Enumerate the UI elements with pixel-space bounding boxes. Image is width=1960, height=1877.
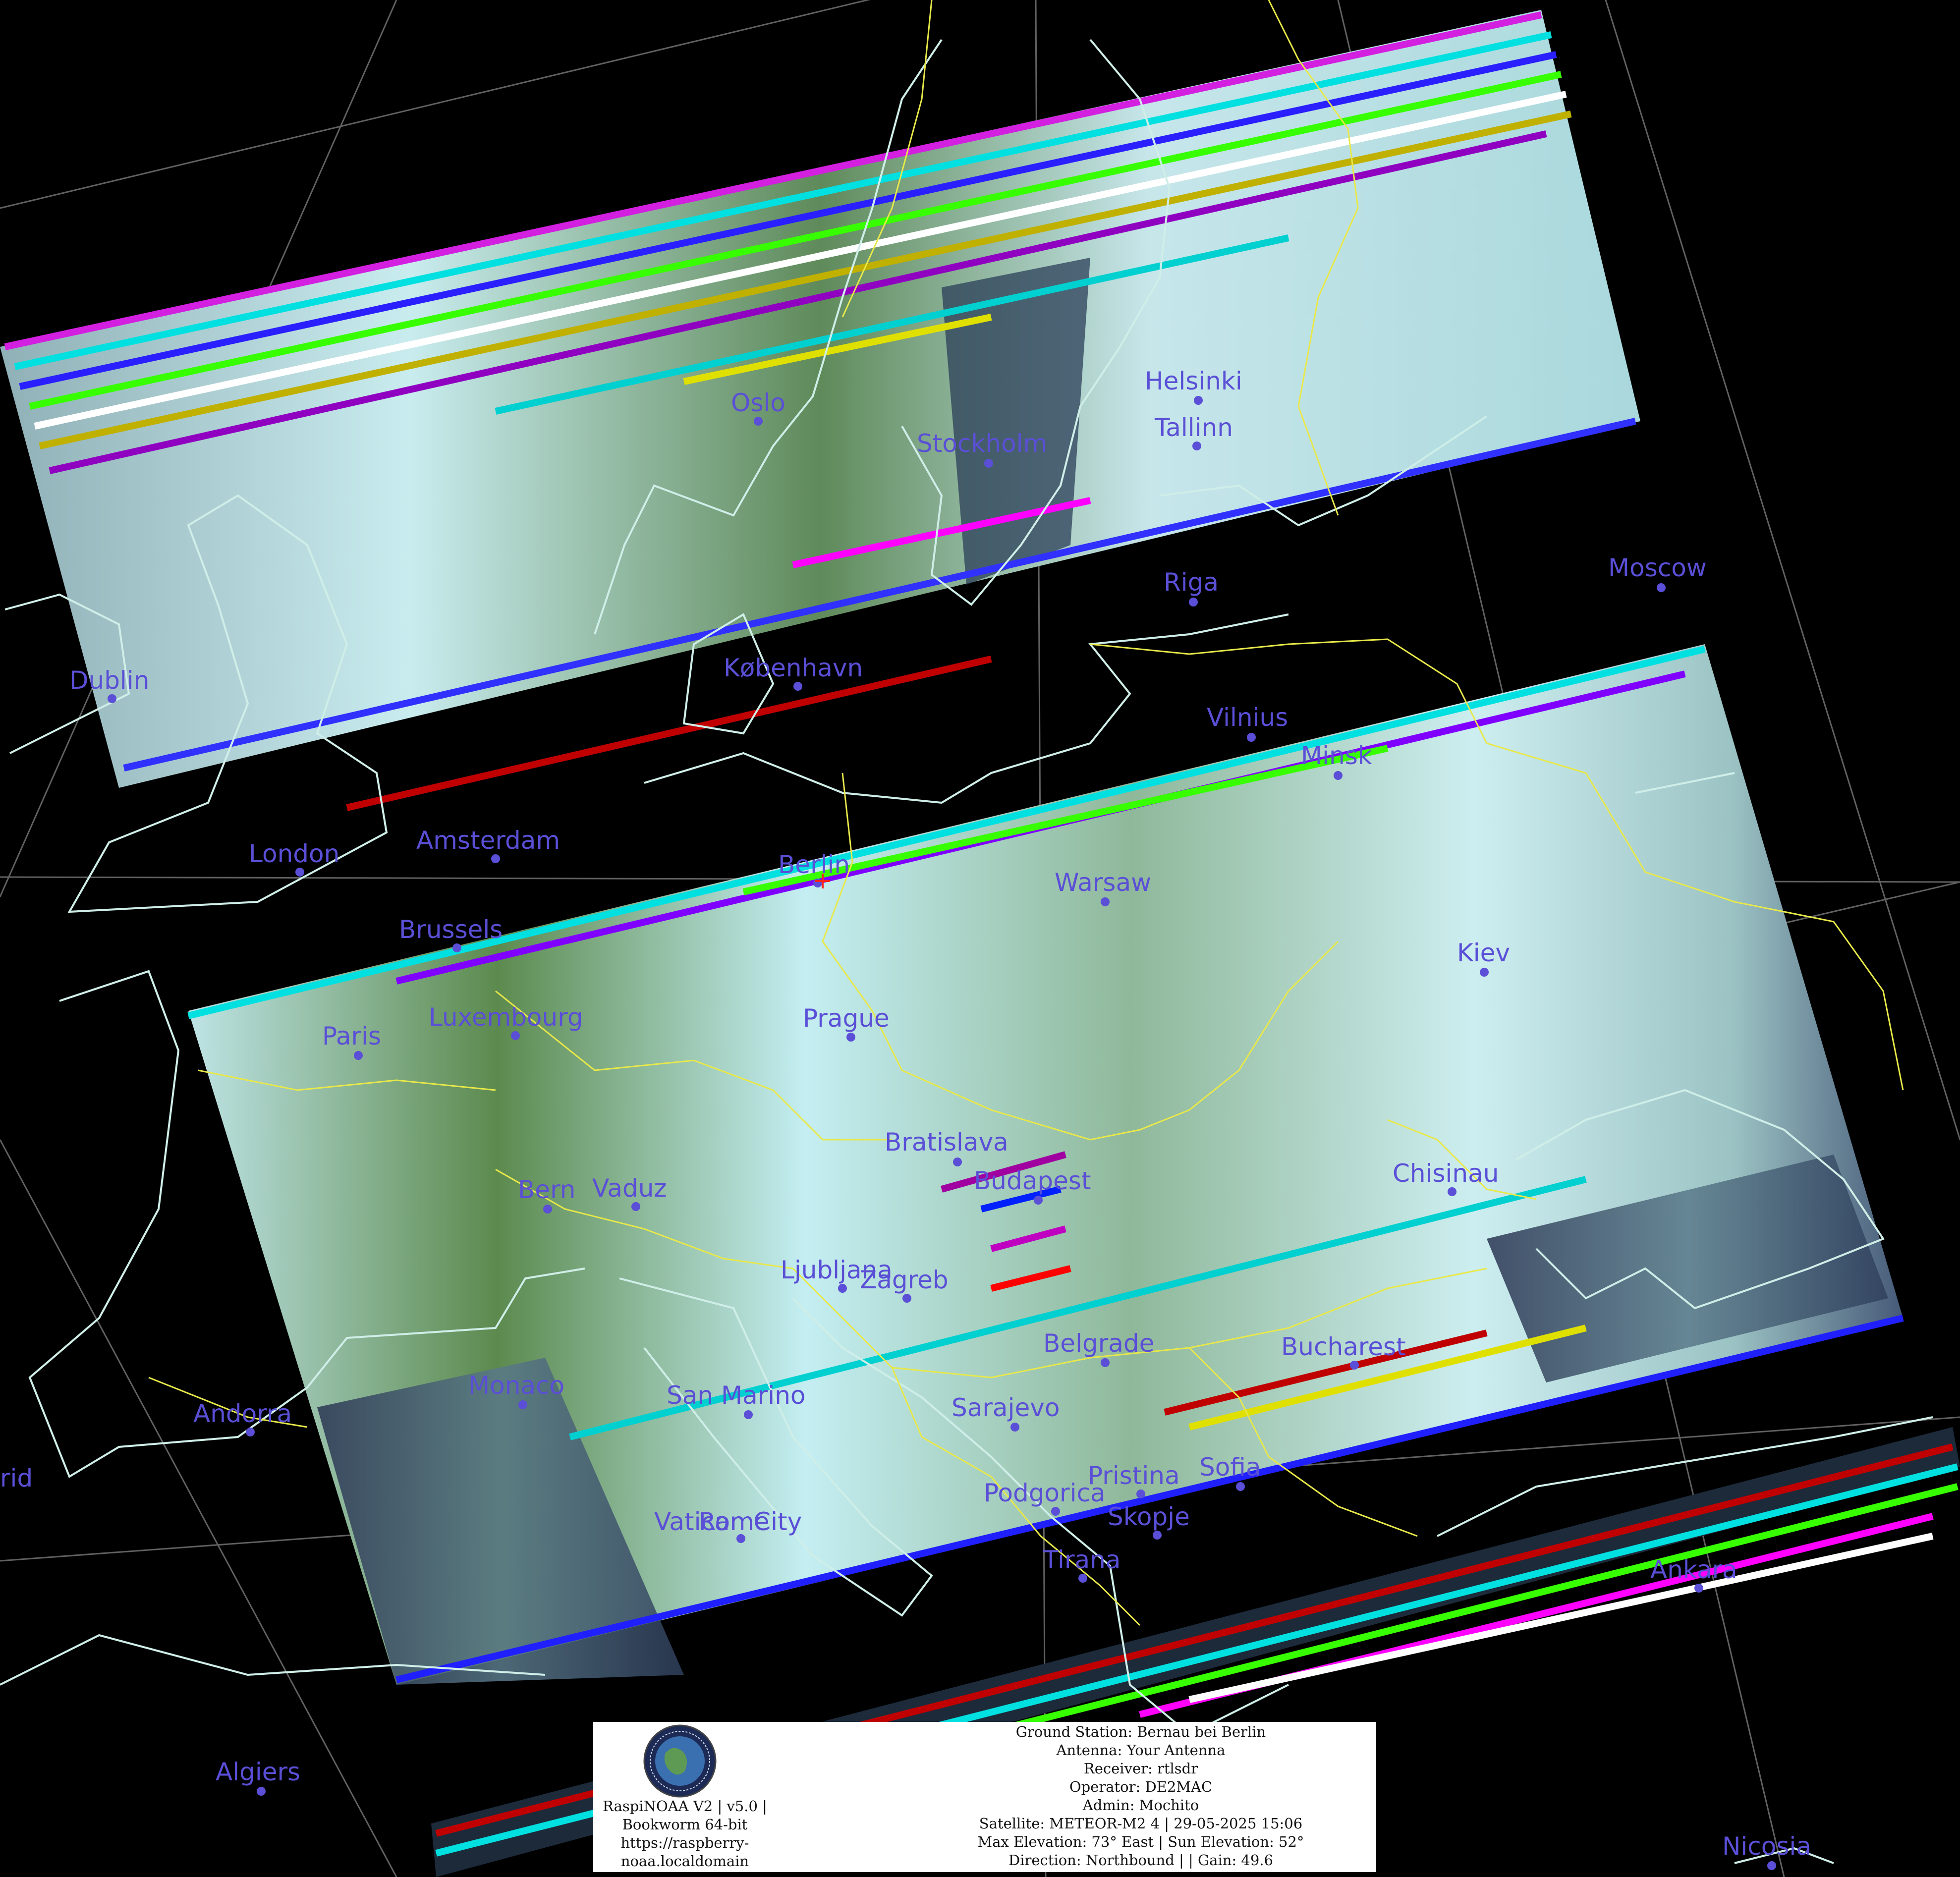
ground-station-line: Ground Station: Bernau bei Berlin: [1015, 1723, 1266, 1740]
svg-text:Budapest: Budapest: [974, 1166, 1091, 1195]
svg-text:København: København: [724, 654, 863, 682]
svg-text:Amsterdam: Amsterdam: [416, 826, 560, 855]
receiver-line: Receiver: rtlsdr: [1083, 1760, 1198, 1777]
svg-text:Kiev: Kiev: [1457, 938, 1510, 967]
svg-text:Helsinki: Helsinki: [1145, 367, 1242, 395]
software-line: noaa.localdomain: [620, 1853, 749, 1870]
svg-text:Tirana: Tirana: [1043, 1546, 1120, 1574]
svg-text:Skopje: Skopje: [1108, 1502, 1190, 1531]
city-rome: Rome: [699, 1507, 770, 1536]
svg-text:Belgrade: Belgrade: [1043, 1329, 1154, 1358]
svg-text:Vaduz: Vaduz: [592, 1174, 667, 1203]
svg-text:Algiers: Algiers: [216, 1758, 300, 1786]
satellite-line: Satellite: METEOR-M2 4 | 29-05-2025 15:0…: [979, 1815, 1303, 1832]
svg-text:Podgorica: Podgorica: [984, 1479, 1106, 1507]
software-line: https://raspberry-: [620, 1834, 749, 1851]
antenna-line: Antenna: Your Antenna: [1056, 1742, 1226, 1759]
svg-text:Zagreb: Zagreb: [860, 1266, 949, 1294]
pass-info-panel: RaspiNOAA V2 | v5.0 | Bookworm 64-bit ht…: [593, 1722, 1376, 1872]
operator-line: Operator: DE2MAC: [1069, 1778, 1213, 1795]
svg-text:Oslo: Oslo: [731, 388, 785, 417]
svg-text:Luxembourg: Luxembourg: [429, 1003, 583, 1032]
svg-text:Stockholm: Stockholm: [917, 429, 1047, 458]
svg-text:Monaco: Monaco: [468, 1371, 564, 1400]
svg-text:rid: rid: [0, 1464, 33, 1492]
svg-text:San Marino: San Marino: [667, 1381, 805, 1410]
svg-text:Ankara: Ankara: [1650, 1555, 1737, 1584]
software-info: RaspiNOAA V2 | v5.0 | Bookworm 64-bit ht…: [593, 1797, 777, 1871]
svg-text:Sofia: Sofia: [1199, 1453, 1261, 1482]
svg-text:Rome: Rome: [699, 1507, 770, 1536]
svg-text:Bern: Bern: [518, 1175, 575, 1204]
station-info: Ground Station: Bernau bei Berlin Antenn…: [905, 1723, 1376, 1870]
svg-text:Warsaw: Warsaw: [1055, 868, 1151, 897]
svg-text:Dublin: Dublin: [69, 666, 149, 695]
svg-text:Sarajevo: Sarajevo: [952, 1393, 1060, 1422]
city-madrid: rid: [0, 1464, 33, 1492]
svg-text:Riga: Riga: [1164, 568, 1219, 597]
svg-text:Minsk: Minsk: [1301, 741, 1372, 770]
svg-text:Andorra: Andorra: [193, 1399, 292, 1428]
svg-text:London: London: [249, 839, 339, 868]
admin-line: Admin: Mochito: [1082, 1797, 1199, 1814]
svg-text:Vilnius: Vilnius: [1207, 703, 1288, 732]
raspinoaa-globe-logo: [643, 1724, 717, 1798]
svg-text:Moscow: Moscow: [1608, 553, 1707, 582]
satellite-map: Oslo Stockholm Helsinki Tallinn Riga Mos…: [0, 0, 1960, 1877]
svg-text:Nicosia: Nicosia: [1722, 1832, 1811, 1861]
svg-text:Paris: Paris: [322, 1022, 381, 1050]
direction-line: Direction: Northbound | | Gain: 49.6: [1008, 1852, 1273, 1869]
svg-text:Chisinau: Chisinau: [1393, 1159, 1499, 1188]
software-line: Bookworm 64-bit: [622, 1816, 748, 1833]
svg-text:Prague: Prague: [803, 1004, 890, 1033]
software-line: RaspiNOAA V2 | v5.0 |: [603, 1798, 767, 1815]
svg-text:Brussels: Brussels: [399, 915, 503, 944]
svg-text:Tallinn: Tallinn: [1154, 413, 1233, 442]
svg-text:Bucharest: Bucharest: [1281, 1332, 1406, 1361]
svg-text:Bratislava: Bratislava: [885, 1128, 1008, 1157]
elevation-line: Max Elevation: 73° East | Sun Elevation:…: [977, 1833, 1304, 1850]
svg-text:Berlin: Berlin: [778, 850, 850, 879]
